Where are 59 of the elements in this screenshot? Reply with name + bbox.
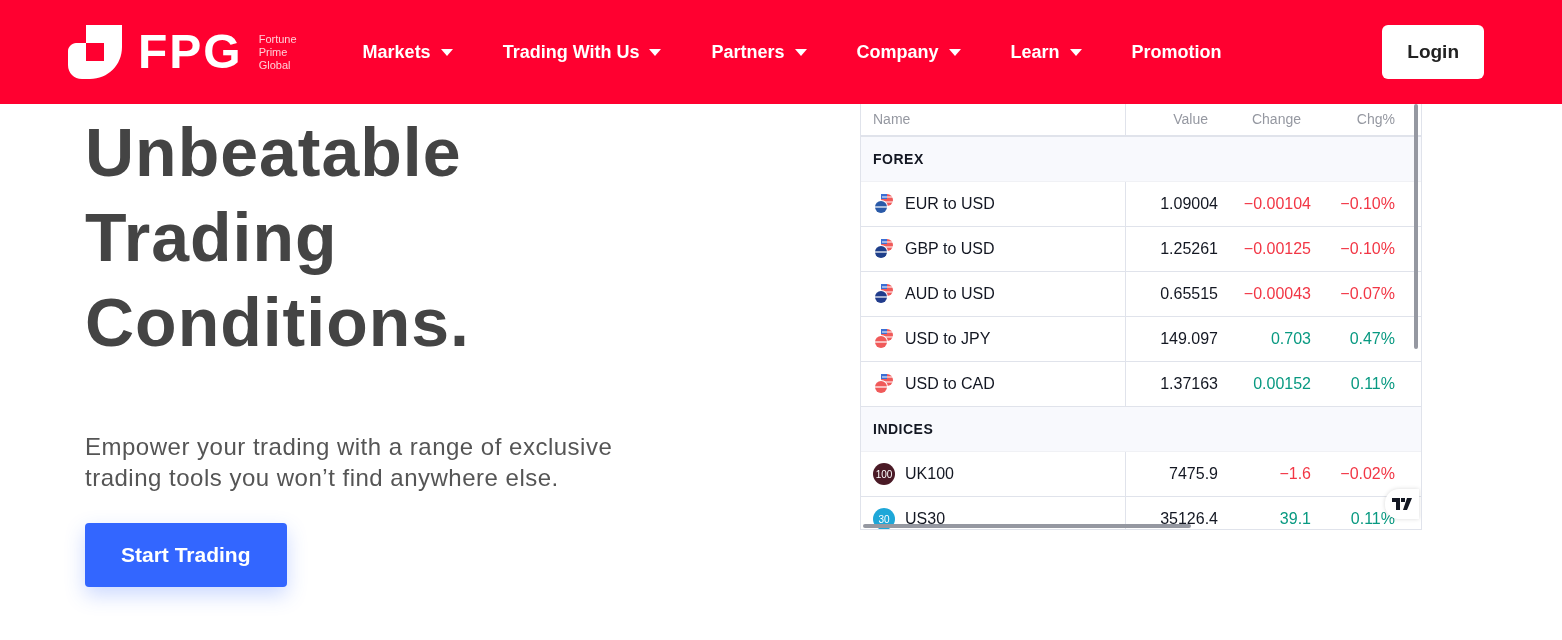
index-badge: 100 [873,463,895,485]
price-change: 0.703 [1269,329,1311,349]
logo[interactable]: FPG Fortune Prime Global [68,25,297,79]
price-change: −0.00043 [1242,284,1311,304]
percent-change: −0.07% [1339,284,1396,304]
price-change: −0.00125 [1242,239,1311,259]
logo-tagline: Fortune [258,32,297,46]
group-heading: INDICES [861,407,1421,452]
nav-link[interactable]: Markets [362,38,453,66]
column-header[interactable]: Change [1218,109,1311,130]
price-change: 39.1 [1278,509,1311,529]
currency-flags-icon [873,328,895,350]
logo-tagline: Prime [258,45,289,59]
nav-link[interactable]: Promotion [1131,38,1222,66]
group-heading: FOREX [861,137,1421,182]
logo-icon [68,25,122,79]
currency-flags-icon [873,373,895,395]
percent-change: −0.10% [1339,194,1396,214]
percent-change: −0.10% [1339,239,1396,259]
percent-change: 0.47% [1348,329,1396,349]
symbol-name: UK100 [905,464,954,484]
price-value: 1.25261 [1159,239,1218,259]
column-header[interactable]: Value [1126,109,1218,130]
column-header[interactable]: Name [861,104,1126,135]
currency-flags-icon [873,283,895,305]
horizontal-scrollbar[interactable] [863,524,1191,528]
price-value: 7475.9 [1168,464,1218,484]
price-change: −0.00104 [1242,194,1311,214]
price-value: 0.65515 [1159,284,1218,304]
nav-link[interactable]: Learn [1010,38,1082,66]
logo-tagline: Global [258,58,292,72]
symbol-name: USD to JPY [905,329,991,349]
tradingview-logo-icon[interactable] [1392,498,1412,510]
vertical-scrollbar[interactable] [1414,104,1418,349]
logo-wordmark: FPG [138,28,243,76]
hero-text: Empower your trading with a range of exclusive trading tools you won’t find anywhere else. [85,432,614,493]
nav-link[interactable]: Company [856,38,961,66]
currency-flags-icon [873,238,895,260]
price-value: 1.37163 [1159,374,1218,394]
symbol-name: GBP to USD [905,239,995,259]
login-button[interactable]: Login [1382,24,1484,80]
percent-change: −0.02% [1339,464,1396,484]
price-value: 35126.4 [1159,509,1218,529]
nav-link[interactable]: Trading With Us [502,38,662,66]
headline: Unbeatable Trading Conditions. [85,113,471,362]
price-value: 1.09004 [1159,194,1218,214]
symbol-name: USD to CAD [905,374,995,394]
nav-link[interactable]: Partners [711,38,807,66]
percent-change: 0.11% [1349,374,1396,394]
currency-flags-icon [873,193,895,215]
price-change: −1.6 [1278,464,1311,484]
column-header[interactable]: Chg% [1311,109,1405,130]
start-trading-button[interactable]: Start Trading [85,523,287,587]
symbol-name: US30 [905,509,946,529]
percent-change: 0.11% [1349,509,1396,529]
symbol-name: AUD to USD [905,284,995,304]
price-value: 149.097 [1159,329,1218,349]
price-change: 0.00152 [1252,374,1311,394]
symbol-name: EUR to USD [905,194,995,214]
